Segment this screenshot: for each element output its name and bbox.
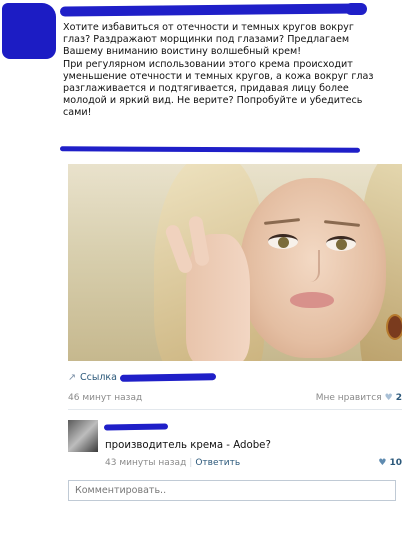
post-link[interactable]: ↗ Ссылка [68, 372, 117, 383]
post-photo[interactable] [68, 164, 402, 361]
comment-input[interactable] [68, 480, 396, 501]
post-link-label: Ссылка [79, 372, 117, 383]
link-icon: ↗ [68, 372, 76, 383]
like-count: 2 [395, 393, 402, 403]
comment-separator: | [189, 458, 193, 468]
photo-eye-right [326, 236, 356, 251]
post-text: Хотите избавиться от отечности и темных … [63, 22, 405, 120]
reply-button[interactable]: Ответить [195, 458, 240, 468]
comment-text: производитель крема - Adobe? [105, 440, 271, 451]
commenter-avatar[interactable] [68, 420, 98, 452]
redaction-scribble-commenter [103, 423, 169, 431]
divider [68, 409, 402, 410]
redaction-scribble-bottom [59, 146, 361, 153]
heart-icon: ♥ [378, 458, 387, 468]
redaction-scribble-link [119, 373, 217, 382]
redaction-scribble-top [59, 3, 361, 17]
photo-eye-left [268, 234, 298, 249]
redacted-avatar [2, 3, 56, 59]
heart-icon: ♥ [384, 393, 393, 403]
comment-like-count: 10 [389, 458, 402, 468]
post-body: Хотите избавиться от отечности и темных … [63, 22, 374, 119]
comment-like-button[interactable]: ♥ 10 [378, 458, 402, 468]
comment-meta: 43 минуты назад | Ответить [105, 458, 240, 468]
post-time[interactable]: 46 минут назад [68, 393, 142, 403]
photo-nose [306, 250, 320, 282]
like-label: Мне нравится [315, 393, 382, 403]
comment-time[interactable]: 43 минуты назад [105, 458, 186, 468]
post-like-button[interactable]: Мне нравится ♥ 2 [316, 393, 402, 403]
photo-lips [290, 292, 334, 308]
redaction-scribble-top-end [345, 3, 367, 15]
photo-earring [386, 314, 402, 340]
